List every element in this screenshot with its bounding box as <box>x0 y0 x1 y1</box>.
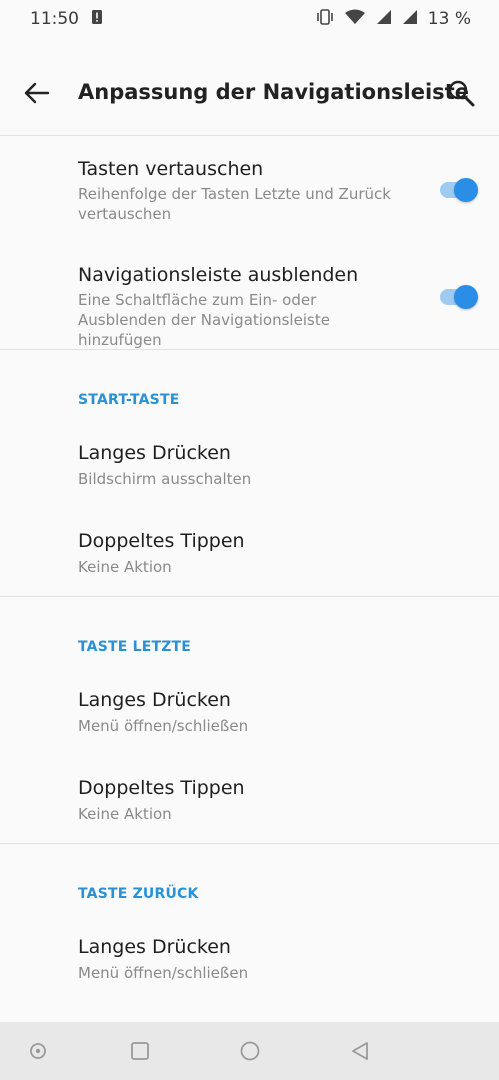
section-header-back: TASTE ZURÜCK <box>78 886 199 902</box>
search-button[interactable] <box>445 78 479 112</box>
status-bar: 11:50 13 % <box>0 0 499 38</box>
section-header-recents: TASTE LETZTE <box>78 639 192 655</box>
item-title: Doppeltes Tippen <box>78 777 245 799</box>
home-icon[interactable] <box>238 1039 262 1063</box>
back-button[interactable] <box>22 78 52 108</box>
toggle-row-hide-navbar[interactable]: Navigationsleiste ausblenden Eine Schalt… <box>0 242 499 349</box>
recents-icon[interactable] <box>128 1039 152 1063</box>
swap-keys-switch[interactable] <box>438 174 480 204</box>
wifi-icon <box>344 9 366 30</box>
alert-icon <box>91 9 103 30</box>
list-item[interactable]: Langes Drücken Menü öffnen/schließen <box>0 689 499 769</box>
toggle-title: Tasten vertauschen <box>78 158 264 180</box>
status-time: 11:50 <box>30 9 79 29</box>
item-summary: Bildschirm ausschalten <box>78 470 252 488</box>
toggle-summary: Eine Schaltfläche zum Ein- oder Ausblend… <box>78 291 330 349</box>
switch-thumb <box>454 285 478 309</box>
signal-icon <box>402 9 418 30</box>
item-title: Langes Drücken <box>78 936 231 958</box>
list-item[interactable]: Langes Drücken Menü öffnen/schließen <box>0 936 499 1016</box>
hide-navbar-switch[interactable] <box>438 281 480 311</box>
assistant-icon[interactable] <box>26 1039 50 1063</box>
back-icon[interactable] <box>348 1039 372 1063</box>
toggle-title: Navigationsleiste ausblenden <box>78 264 359 286</box>
item-title: Langes Drücken <box>78 689 231 711</box>
item-summary: Menü öffnen/schließen <box>78 964 249 982</box>
item-title: Doppeltes Tippen <box>78 530 245 552</box>
switch-thumb <box>454 178 478 202</box>
battery-level: 13 % <box>427 9 471 29</box>
list-item[interactable]: Langes Drücken Bildschirm ausschalten <box>0 442 499 522</box>
search-icon <box>448 80 475 107</box>
list-item[interactable]: Doppeltes Tippen Keine Aktion <box>0 530 499 610</box>
item-summary: Keine Aktion <box>78 805 172 823</box>
item-summary: Menü öffnen/schließen <box>78 717 249 735</box>
divider <box>0 596 499 597</box>
signal-icon <box>376 9 392 30</box>
section-header-start: START-TASTE <box>78 392 180 408</box>
toggle-row-swap-keys[interactable]: Tasten vertauschen Reihenfolge der Taste… <box>0 136 499 242</box>
item-title: Langes Drücken <box>78 442 231 464</box>
app-toolbar: Anpassung der Navigationsleiste <box>0 38 499 136</box>
divider <box>0 843 499 844</box>
divider <box>0 349 499 350</box>
list-item[interactable]: Doppeltes Tippen Keine Aktion <box>0 777 499 857</box>
vibrate-icon <box>316 8 334 30</box>
toggle-summary: Reihenfolge der Tasten Letzte und Zurück… <box>78 185 391 223</box>
page-title: Anpassung der Navigationsleiste <box>78 80 469 104</box>
item-summary: Keine Aktion <box>78 558 172 576</box>
system-nav-bar <box>0 1022 499 1080</box>
arrow-left-icon <box>24 82 50 104</box>
